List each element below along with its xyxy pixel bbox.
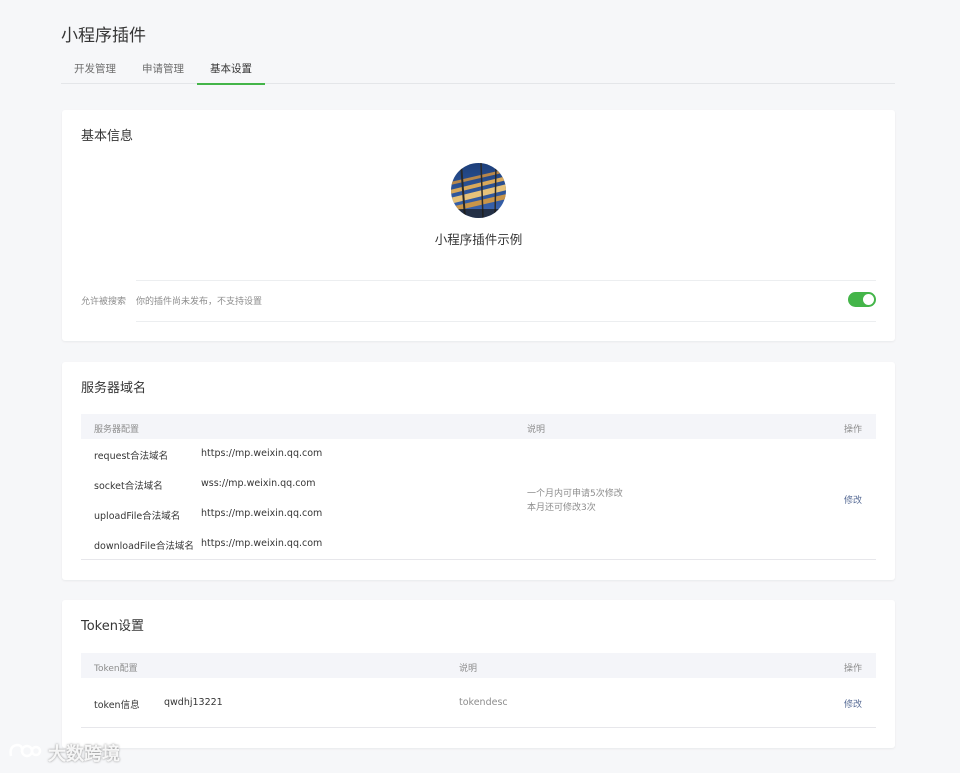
token-title: Token设置 [81,619,144,634]
token-value: qwdhj13221 [164,697,223,708]
plugin-avatar [451,163,506,218]
token-desc: tokendesc [459,697,508,708]
col-desc: 说明 [527,425,546,435]
search-setting-row: 允许被搜索 你的插件尚未发布，不支持设置 [81,280,876,322]
domain-value: https://mp.weixin.qq.com [201,538,323,549]
server-domain-title: 服务器域名 [81,381,147,396]
col-server-config: 服务器配置 [94,425,140,435]
col-token-config: Token配置 [94,664,138,674]
watermark-text: 大数跨境 [48,744,120,765]
search-desc: 你的插件尚未发布，不支持设置 [136,297,263,307]
domain-desc-line1: 一个月内可申请5次修改 [527,489,623,499]
server-domain-card: 服务器域名 服务器配置 说明 操作 request合法域名 https://mp… [62,362,895,580]
divider [81,727,876,728]
domain-name: request合法域名 [94,451,169,462]
basic-info-title: 基本信息 [81,129,134,144]
page-title: 小程序插件 [61,26,146,46]
col-desc: 说明 [459,664,478,674]
tab-bar: 开发管理 申请管理 基本设置 [61,58,895,85]
domain-desc-line2: 本月还可修改3次 [527,503,596,513]
domain-name: socket合法域名 [94,481,163,492]
watermark: 大数跨境 [8,740,120,766]
divider [81,559,876,560]
search-toggle[interactable] [848,292,876,307]
col-op: 操作 [843,664,862,674]
tab-dev-management[interactable]: 开发管理 [61,58,129,84]
domain-value: https://mp.weixin.qq.com [201,448,323,459]
token-name: token信息 [94,700,140,711]
domain-name: downloadFile合法域名 [94,541,194,552]
tab-basic-settings[interactable]: 基本设置 [197,58,265,85]
divider [136,280,876,281]
basic-info-card: 基本信息 小程序插件示例 允许被搜索 你的插件尚未发布，不支持设置 [62,110,895,341]
domain-value: https://mp.weixin.qq.com [201,508,323,519]
plugin-name: 小程序插件示例 [434,232,523,247]
token-card: Token设置 Token配置 说明 操作 token信息 qwdhj13221… [62,600,895,748]
watermark-logo-icon [9,743,42,758]
domain-name: uploadFile合法域名 [94,511,181,522]
divider [136,321,876,322]
domain-value: wss://mp.weixin.qq.com [201,478,316,489]
edit-domain-link[interactable]: 修改 [844,493,862,506]
search-label: 允许被搜索 [81,297,127,307]
col-op: 操作 [843,425,862,435]
server-table-header: 服务器配置 说明 操作 [81,414,876,439]
edit-token-link[interactable]: 修改 [844,697,862,710]
tab-application-management[interactable]: 申请管理 [129,58,197,84]
token-table-header: Token配置 说明 操作 [81,653,876,678]
